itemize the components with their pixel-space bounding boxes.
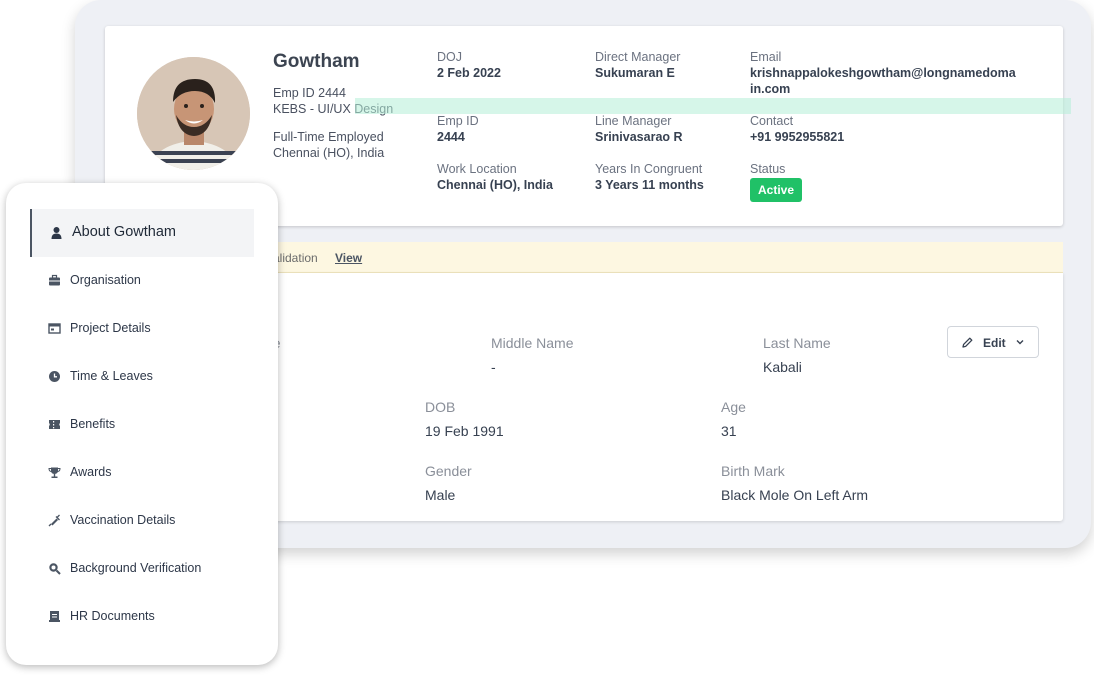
avatar xyxy=(137,57,250,170)
edit-button[interactable]: Edit xyxy=(947,326,1039,358)
nav-item-label: Organisation xyxy=(70,273,141,287)
employee-location: Chennai (HO), India xyxy=(273,146,385,160)
direct-manager-label: Direct Manager xyxy=(595,50,681,64)
contact-label: Contact xyxy=(750,114,794,128)
middle-name-label: Middle Name xyxy=(491,335,574,351)
clock-icon xyxy=(49,371,60,382)
age-value: 31 xyxy=(721,423,737,439)
emp-id-label: Emp ID xyxy=(437,114,479,128)
gender-label: Gender xyxy=(425,463,472,479)
status-label: Status xyxy=(750,162,786,176)
document-icon xyxy=(49,611,60,622)
email-value: krishnappalokeshgowtham@longnamedoma xyxy=(750,66,1016,80)
employment-type: Full-Time Employed xyxy=(273,130,384,144)
nav-item-label: Benefits xyxy=(70,417,116,431)
nav-item-about[interactable]: About Gowtham xyxy=(30,209,254,257)
doj-value: 2 Feb 2022 xyxy=(437,66,501,80)
magnifier-icon xyxy=(49,563,61,575)
employee-id-line: Emp ID 2444 xyxy=(273,86,346,100)
dob-label: DOB xyxy=(425,399,456,415)
birth-mark-label: Birth Mark xyxy=(721,463,785,479)
age-label: Age xyxy=(721,399,746,415)
dob-value: 19 Feb 1991 xyxy=(425,423,504,439)
last-name-value: Kabali xyxy=(763,359,802,375)
nav-item-background-verification[interactable]: Background Verification xyxy=(30,545,254,593)
emp-id-value: 2444 xyxy=(437,130,465,144)
nav-item-label: Project Details xyxy=(70,321,151,335)
nav-item-label: Time & Leaves xyxy=(70,369,153,383)
middle-name-value: - xyxy=(491,359,496,375)
nav-item-label: Vaccination Details xyxy=(70,513,176,527)
doj-label: DOJ xyxy=(437,50,462,64)
pencil-icon xyxy=(962,337,973,348)
years-in-congruent-value: 3 Years 11 months xyxy=(595,178,704,192)
nav-item-organisation[interactable]: Organisation xyxy=(30,257,254,305)
edit-button-label: Edit xyxy=(983,336,1006,350)
highlight-strip xyxy=(355,98,1071,114)
status-badge: Active xyxy=(750,178,803,202)
project-window-icon xyxy=(48,323,61,334)
nav-item-hr-documents[interactable]: HR Documents xyxy=(30,593,254,641)
email-label: Email xyxy=(750,50,782,64)
direct-manager-value: Sukumaran E xyxy=(595,66,675,80)
ticket-icon xyxy=(49,420,60,429)
profile-nav-menu: About Gowtham Organisation Project Detai… xyxy=(6,183,278,665)
chevron-down-icon xyxy=(1016,340,1024,345)
validation-banner-text: alidation xyxy=(273,251,318,265)
employee-name: Gowtham xyxy=(273,51,360,72)
nav-item-project-details[interactable]: Project Details xyxy=(30,305,254,353)
nav-item-time-leaves[interactable]: Time & Leaves xyxy=(30,353,254,401)
line-manager-label: Line Manager xyxy=(595,114,672,128)
nav-item-benefits[interactable]: Benefits xyxy=(30,401,254,449)
nav-item-vaccination[interactable]: Vaccination Details xyxy=(30,497,254,545)
work-location-label: Work Location xyxy=(437,162,517,176)
nav-item-label: Background Verification xyxy=(70,561,202,575)
trophy-icon xyxy=(48,467,61,478)
work-location-value: Chennai (HO), India xyxy=(437,178,553,192)
contact-value: +91 9952955821 xyxy=(750,130,845,144)
nav-item-label: HR Documents xyxy=(70,609,155,623)
email-value-continued: in.com xyxy=(750,82,791,96)
nav-item-label: About Gowtham xyxy=(72,224,176,240)
line-manager-value: Srinivasarao R xyxy=(595,130,683,144)
gender-value: Male xyxy=(425,487,456,503)
nav-item-awards[interactable]: Awards xyxy=(30,449,254,497)
briefcase-icon xyxy=(49,274,60,286)
validation-view-link[interactable]: View xyxy=(335,251,362,265)
last-name-label: Last Name xyxy=(763,335,831,351)
birth-mark-value: Black Mole On Left Arm xyxy=(721,487,869,503)
years-in-congruent-label: Years In Congruent xyxy=(595,162,703,176)
person-icon xyxy=(51,227,62,239)
nav-item-label: Awards xyxy=(70,465,112,479)
syringe-icon xyxy=(48,514,60,527)
